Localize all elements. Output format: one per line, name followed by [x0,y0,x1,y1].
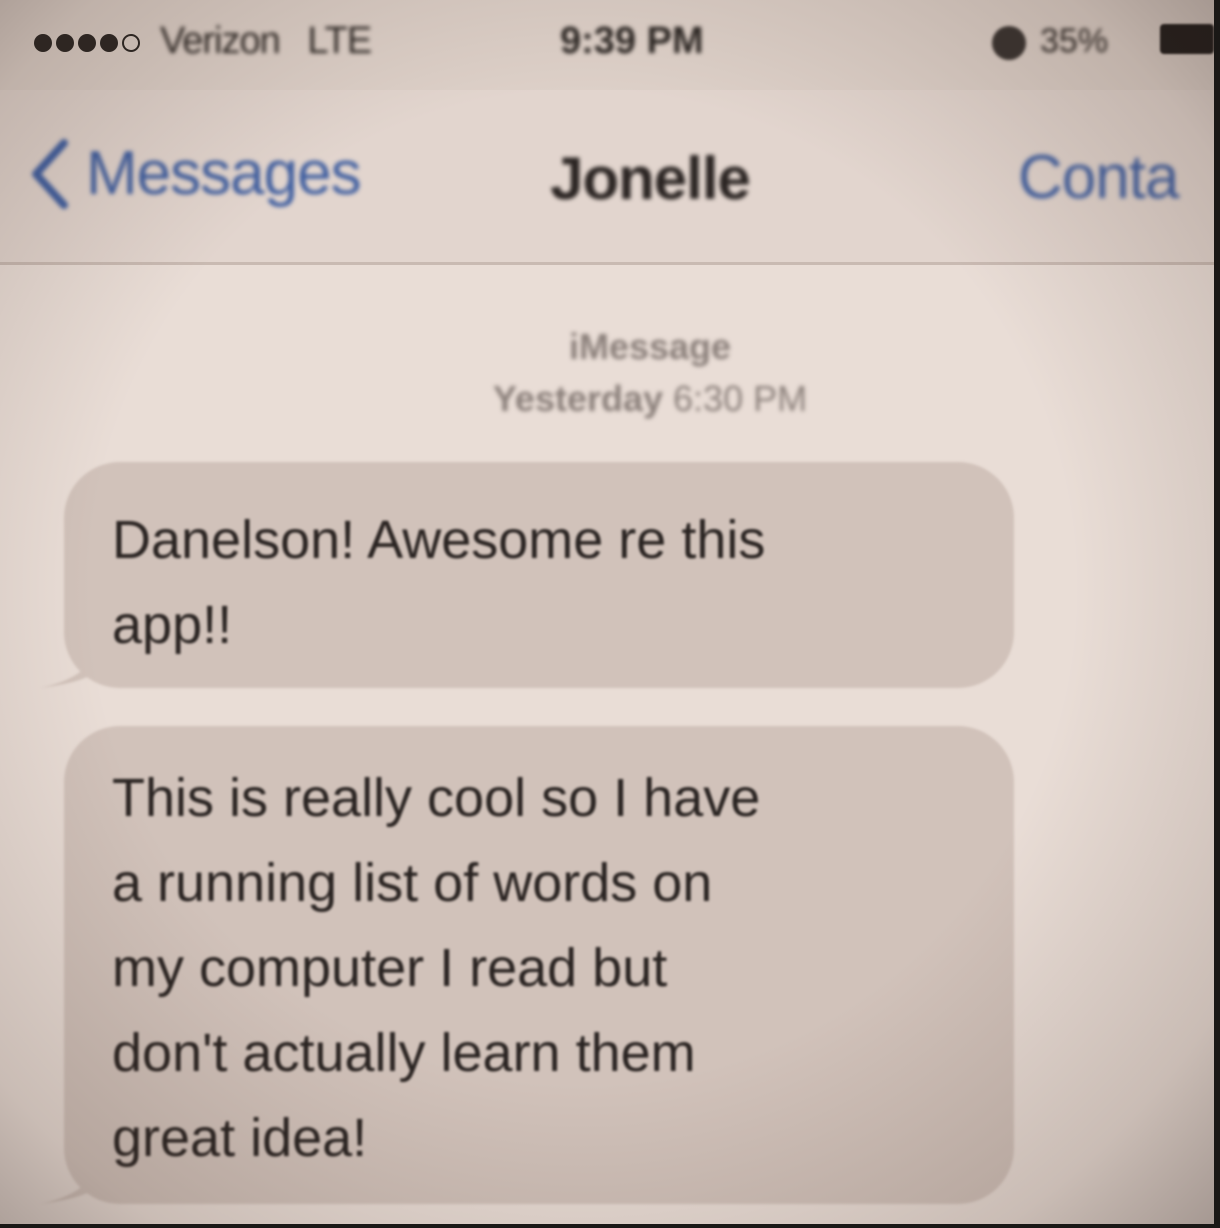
bubble-tail [40,1156,100,1204]
message-text: This is really cool so I have a running … [112,756,984,1181]
contact-button[interactable]: Conta [1018,142,1179,213]
network-type: LTE [307,20,372,62]
message-line: app!! [112,595,233,655]
message-timestamp: Yesterday 6:30 PM [0,378,1214,420]
bubble-tail [40,640,100,688]
rotation-lock-icon [992,26,1026,60]
message-line: Danelson! Awesome re this [112,510,766,570]
battery-icon [1160,24,1214,54]
message-line: a running list of words on [112,853,713,913]
messages-screen: Verizon LTE 9:39 PM 35% Messages Jonelle… [0,0,1214,1224]
status-time: 9:39 PM [560,20,704,62]
message-bubble[interactable]: This is really cool so I have a running … [40,726,1014,1204]
service-label: iMessage [568,326,732,367]
signal-strength-icon [34,34,140,52]
timestamp-time: 6:30 PM [673,378,808,419]
navigation-bar: Messages Jonelle Conta [0,90,1214,265]
battery-percentage: 35% [1040,22,1109,60]
timestamp-day: Yesterday [492,378,664,419]
status-bar: Verizon LTE 9:39 PM 35% [0,0,1214,90]
message-line: my computer I read but [112,938,668,998]
message-text: Danelson! Awesome re this app!! [112,498,984,668]
carrier-name: Verizon [160,20,281,62]
carrier-network: Verizon LTE [160,20,372,63]
message-line: great idea! [112,1108,368,1168]
message-line: don't actually learn them [112,1023,696,1083]
message-line: This is really cool so I have [112,768,761,828]
message-bubble[interactable]: Danelson! Awesome re this app!! [40,462,1014,688]
